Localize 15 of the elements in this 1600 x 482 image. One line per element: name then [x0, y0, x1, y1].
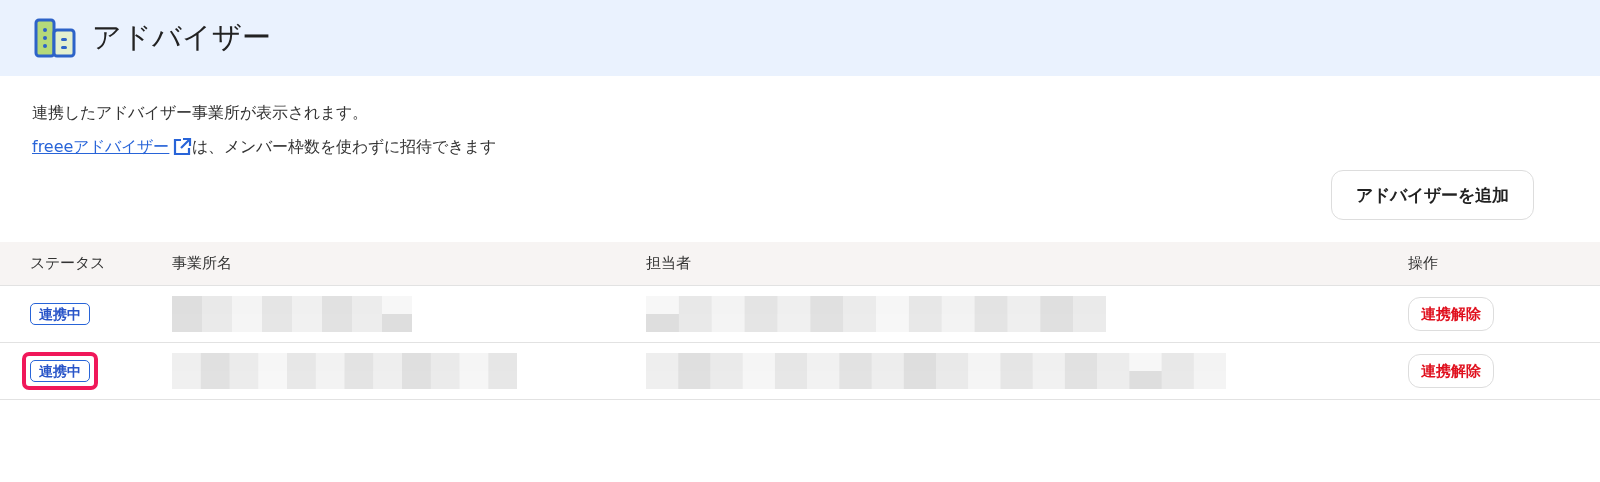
column-header: 担当者 — [646, 254, 692, 273]
unlink-button[interactable]: 連携解除 — [1408, 297, 1494, 331]
advisor-link[interactable]: freeeアドバイザー — [32, 130, 193, 164]
add-advisor-button[interactable]: アドバイザーを追加 — [1331, 170, 1534, 220]
description-text: 連携したアドバイザー事業所が表示されます。 — [32, 102, 368, 124]
page-title: アドバイザー — [92, 19, 271, 56]
description-text: は、メンバー枠数を使わずに招待できます — [192, 136, 497, 158]
column-header: 事業所名 — [172, 254, 233, 273]
status-badge: 連携中 — [30, 360, 90, 382]
column-header: 操作 — [1408, 254, 1439, 273]
status-badge: 連携中 — [30, 303, 90, 325]
unlink-button[interactable]: 連携解除 — [1408, 354, 1494, 388]
building-icon — [34, 18, 78, 58]
column-header: ステータス — [30, 254, 106, 273]
external-link-icon — [172, 137, 193, 157]
